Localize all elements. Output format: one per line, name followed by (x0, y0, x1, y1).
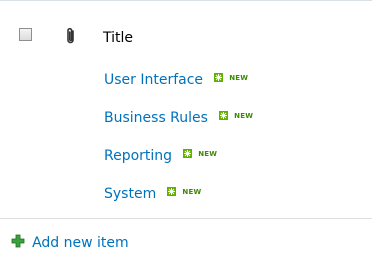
list-item: Business Rules NEW (104, 107, 253, 127)
new-badge: NEW (219, 111, 253, 121)
new-badge: NEW (167, 187, 201, 197)
new-badge-text: NEW (234, 112, 254, 120)
title-column-header[interactable]: Title (103, 29, 133, 47)
item-link-system[interactable]: System (104, 186, 156, 202)
item-link-user-interface[interactable]: User Interface (104, 72, 203, 88)
item-link-reporting[interactable]: Reporting (104, 148, 172, 164)
column-header-row: Title (0, 22, 372, 60)
list-item: System NEW (104, 183, 201, 203)
list-item: Reporting NEW (104, 145, 217, 165)
top-border (0, 0, 372, 1)
list-item: User Interface NEW (104, 69, 248, 89)
add-new-item-link[interactable]: Add new item (11, 232, 129, 252)
list-view: Title User Interface NEW Business Rules … (0, 0, 372, 259)
new-badge: NEW (183, 149, 217, 159)
divider (0, 218, 372, 219)
new-sparkle-icon (183, 149, 193, 158)
paperclip-icon[interactable] (64, 27, 78, 45)
new-sparkle-icon (219, 111, 229, 120)
new-sparkle-icon (214, 73, 224, 82)
item-link-business-rules[interactable]: Business Rules (104, 110, 208, 126)
new-badge-text: NEW (198, 150, 218, 158)
new-badge-text: NEW (182, 188, 202, 196)
new-badge: NEW (214, 73, 248, 83)
new-badge-text: NEW (229, 74, 249, 82)
new-sparkle-icon (167, 187, 177, 196)
plus-icon (11, 234, 25, 248)
select-all-checkbox[interactable] (19, 28, 32, 41)
add-new-item-label[interactable]: Add new item (32, 235, 129, 251)
